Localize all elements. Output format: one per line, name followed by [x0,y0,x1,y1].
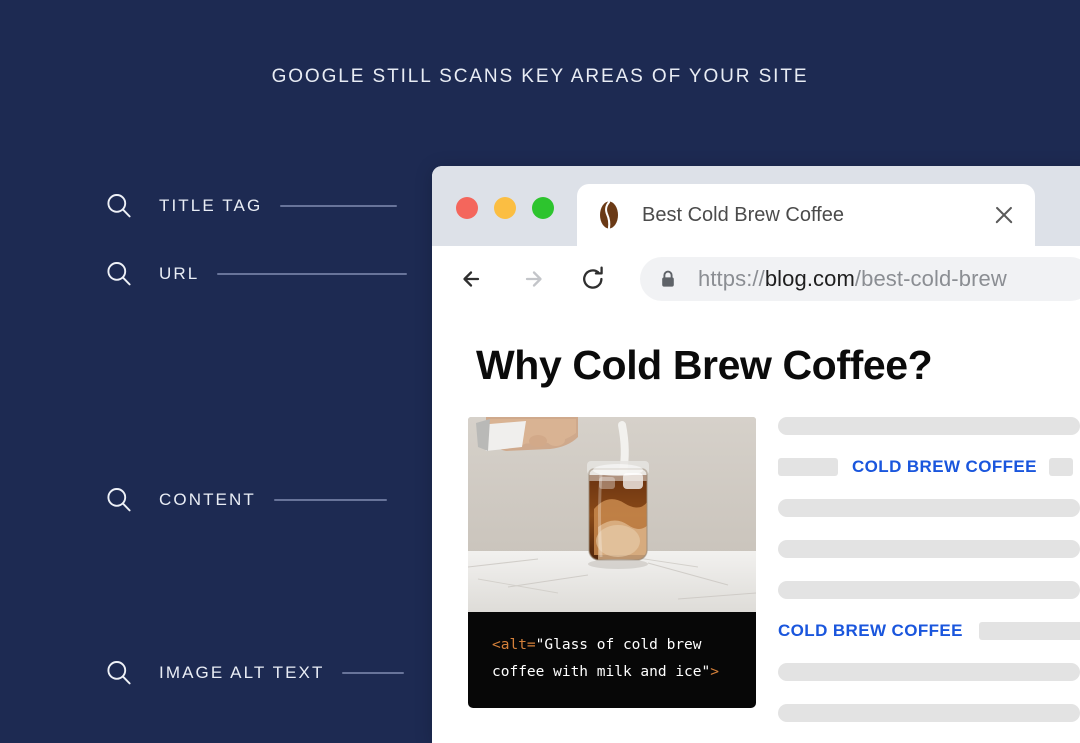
minimize-window-button[interactable] [494,197,516,219]
checklist-item-1: URL [104,257,408,291]
text-placeholder-bar [778,499,1080,517]
checklist-item-rule [280,205,398,207]
close-tab-icon[interactable] [991,202,1017,228]
url-host: blog.com [764,266,855,291]
slide-canvas: GOOGLE STILL SCANS KEY AREAS OF YOUR SIT… [0,0,1080,743]
reload-icon[interactable] [576,262,610,296]
article-text-skeleton: COLD BREW COFFEE COLD BREW COFFEE [756,417,1080,743]
forward-arrow-icon [516,262,550,296]
search-icon [104,259,134,289]
text-placeholder-bar [778,540,1080,558]
text-skeleton-row: COLD BREW COFFEE [778,457,1080,477]
text-skeleton-row [778,417,1080,435]
checklist-item-rule [217,273,408,275]
alt-code-line-2: coffee with milk and ice"> [492,659,736,686]
coffee-bean-icon [595,200,623,230]
address-bar-url: https://blog.com/best-cold-brew [698,266,1007,292]
article-heading: Why Cold Brew Coffee? [476,342,933,388]
cold-brew-photo [468,417,756,612]
maximize-window-button[interactable] [532,197,554,219]
text-skeleton-row: COLD BREW COFFEE [778,621,1080,641]
alt-value-line-2: coffee with milk and ice" [492,663,711,680]
text-skeleton-row [778,663,1080,681]
image-alt-code-block: <alt="Glass of cold brew coffee with mil… [468,612,756,708]
article-figure: <alt="Glass of cold brew coffee with mil… [468,417,756,743]
checklist-item-label: TITLE TAG [159,196,263,215]
back-arrow-icon[interactable] [456,262,490,296]
seo-checklist: TITLE TAG URL CONTENT IMAGE ALT TEXT [0,0,432,743]
checklist-item-label: IMAGE ALT TEXT [159,663,325,682]
checklist-item-0: TITLE TAG [104,189,398,223]
webpage-content: Why Cold Brew Coffee? <alt="Glass of col… [432,312,1080,743]
alt-value-line-1: "Glass of cold brew [535,637,702,653]
checklist-item-label: CONTENT [159,490,256,509]
browser-toolbar: https://blog.com/best-cold-brew [432,246,1080,312]
text-placeholder-bar [778,417,1080,435]
url-path: /best-cold-brew [854,266,1007,291]
checklist-item-label: URL [159,264,200,283]
text-placeholder-bar [778,581,1080,599]
close-window-button[interactable] [456,197,478,219]
tab-title: Best Cold Brew Coffee [642,203,844,226]
checklist-item-rule [342,672,405,674]
alt-close-token: > [710,663,719,680]
text-skeleton-row [778,581,1080,599]
browser-titlebar: Best Cold Brew Coffee [432,166,1080,246]
text-placeholder-bar [978,622,1080,640]
browser-tab[interactable]: Best Cold Brew Coffee [577,184,1035,246]
window-controls [456,197,554,219]
browser-window-mockup: Best Cold Brew Coffee https://blog.com/b… [432,166,1080,743]
address-bar[interactable]: https://blog.com/best-cold-brew [640,257,1080,301]
search-icon [104,191,134,221]
article-body: <alt="Glass of cold brew coffee with mil… [432,417,1080,743]
checklist-item-2: CONTENT [104,483,387,517]
text-placeholder-bar [778,458,838,476]
hand-pouring [476,417,578,451]
text-skeleton-row [778,540,1080,558]
text-placeholder-bar [778,704,1080,722]
url-scheme: https:// [698,266,765,291]
inline-link-cold-brew-coffee[interactable]: COLD BREW COFFEE [852,457,1037,477]
inline-link-cold-brew-coffee[interactable]: COLD BREW COFFEE [778,621,963,641]
text-skeleton-row [778,499,1080,517]
url-truncation-fade [1046,257,1080,301]
search-icon [104,485,134,515]
alt-code-line-1: <alt="Glass of cold brew [492,632,736,659]
lock-icon [660,269,676,289]
checklist-item-3: IMAGE ALT TEXT [104,656,405,690]
text-skeleton-row [778,704,1080,722]
text-placeholder-bar [778,663,1080,681]
search-icon [104,658,134,688]
text-placeholder-bar [1048,458,1073,476]
alt-attr-token: <alt= [492,637,536,653]
checklist-item-rule [273,499,387,501]
